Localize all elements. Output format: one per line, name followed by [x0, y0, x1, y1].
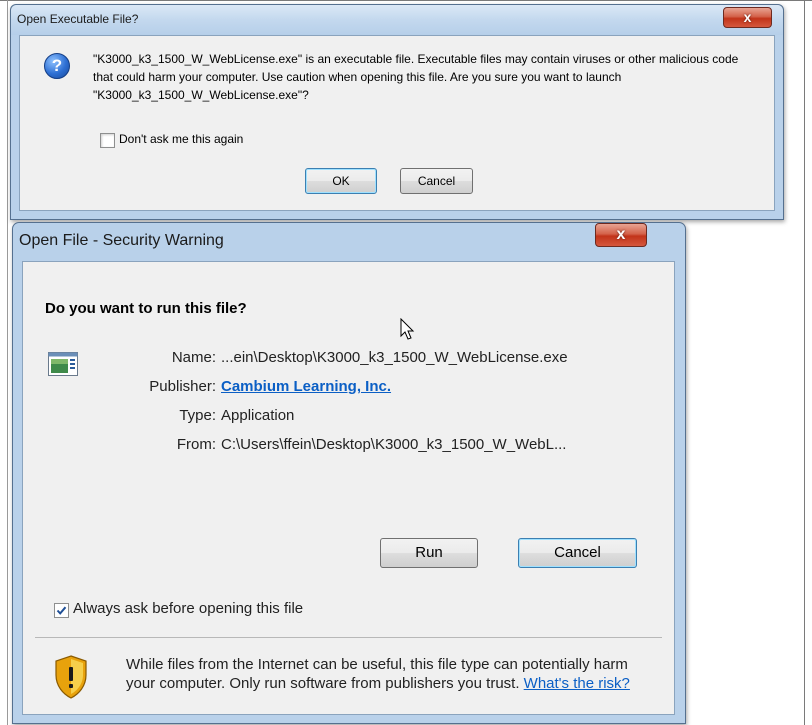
whats-the-risk-link[interactable]: What's the risk? — [524, 675, 630, 692]
always-ask-label[interactable]: Always ask before opening this file — [73, 600, 303, 617]
checkmark-icon — [56, 606, 67, 615]
open-executable-dialog: Open Executable File? x ? "K3000_k3_1500… — [10, 4, 784, 220]
always-ask-checkbox[interactable] — [54, 603, 69, 618]
run-button[interactable]: Run — [380, 538, 478, 568]
close-icon: x — [743, 9, 752, 25]
from-value: C:\Users\ffein\Desktop\K3000_k3_1500_W_W… — [221, 436, 567, 453]
close-icon: x — [616, 226, 626, 243]
name-label: Name: — [171, 349, 216, 366]
divider — [35, 637, 662, 638]
dialog-title: Open Executable File? — [17, 12, 139, 26]
close-button[interactable]: x — [595, 223, 647, 247]
application-icon — [48, 352, 78, 376]
cancel-button[interactable]: Cancel — [518, 538, 637, 568]
question-icon: ? — [44, 53, 70, 79]
dialog-body: ? "K3000_k3_1500_W_WebLicense.exe" is an… — [19, 35, 775, 211]
publisher-link[interactable]: Cambium Learning, Inc. — [221, 378, 391, 395]
shield-warning-icon — [55, 655, 87, 699]
page-right-rule — [804, 0, 805, 725]
dialog-heading: Do you want to run this file? — [45, 300, 247, 317]
ok-button[interactable]: OK — [305, 168, 377, 194]
security-warning-dialog: Open File - Security Warning x Do you wa… — [12, 222, 686, 724]
cancel-button[interactable]: Cancel — [400, 168, 473, 194]
page-top-rule — [0, 0, 812, 1]
dialog-title: Open File - Security Warning — [19, 232, 224, 249]
mouse-cursor-icon — [400, 318, 415, 340]
dont-ask-checkbox[interactable] — [100, 133, 115, 148]
page-left-rule — [7, 0, 8, 725]
type-value: Application — [221, 407, 295, 424]
name-value: ...ein\Desktop\K3000_k3_1500_W_WebLicens… — [221, 349, 568, 366]
dialog-titlebar[interactable]: Open Executable File? x — [11, 5, 783, 35]
info-text: While files from the Internet can be use… — [126, 655, 636, 693]
type-label: Type: — [179, 407, 216, 424]
publisher-label: Publisher: — [149, 378, 216, 395]
dont-ask-label[interactable]: Don't ask me this again — [119, 132, 243, 146]
dialog-message: "K3000_k3_1500_W_WebLicense.exe" is an e… — [93, 52, 739, 102]
from-label: From: — [176, 436, 216, 453]
close-button[interactable]: x — [723, 7, 772, 28]
dialog-body: Do you want to run this file? Name: ...e… — [22, 261, 675, 715]
